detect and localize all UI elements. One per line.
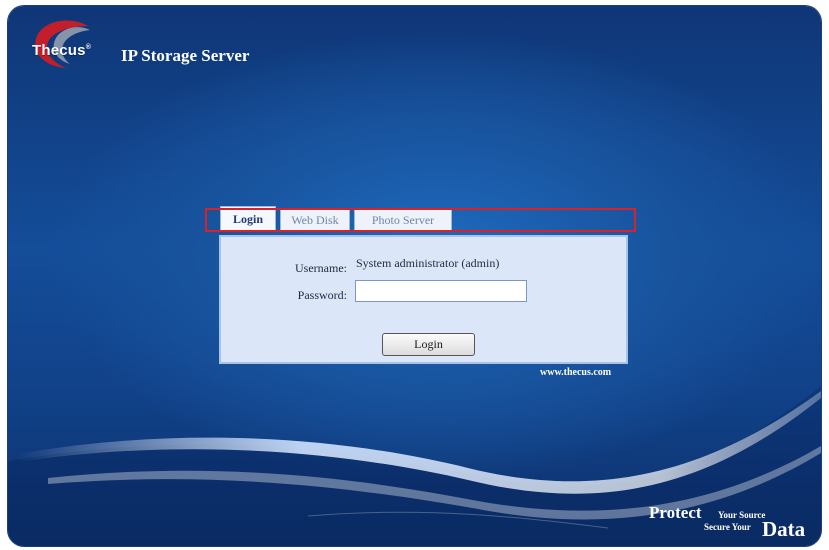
page-title: IP Storage Server bbox=[121, 46, 250, 65]
tab-highlight-box bbox=[205, 208, 636, 232]
username-value: System administrator (admin) bbox=[356, 256, 500, 270]
username-label: Username: bbox=[295, 261, 347, 275]
login-button[interactable]: Login bbox=[382, 333, 475, 356]
website-link[interactable]: www.thecus.com bbox=[540, 367, 611, 378]
login-panel: Username: System administrator (admin) P… bbox=[219, 235, 628, 364]
brand-logo: Thecus® bbox=[32, 42, 92, 59]
password-label: Password: bbox=[297, 288, 347, 302]
password-field[interactable] bbox=[355, 280, 527, 302]
slogan-your-source: Your Source bbox=[718, 510, 766, 520]
slogan-secure-your: Secure Your bbox=[704, 522, 751, 532]
slogan-protect: Protect bbox=[649, 503, 702, 522]
slogan-data: Data bbox=[762, 517, 806, 541]
